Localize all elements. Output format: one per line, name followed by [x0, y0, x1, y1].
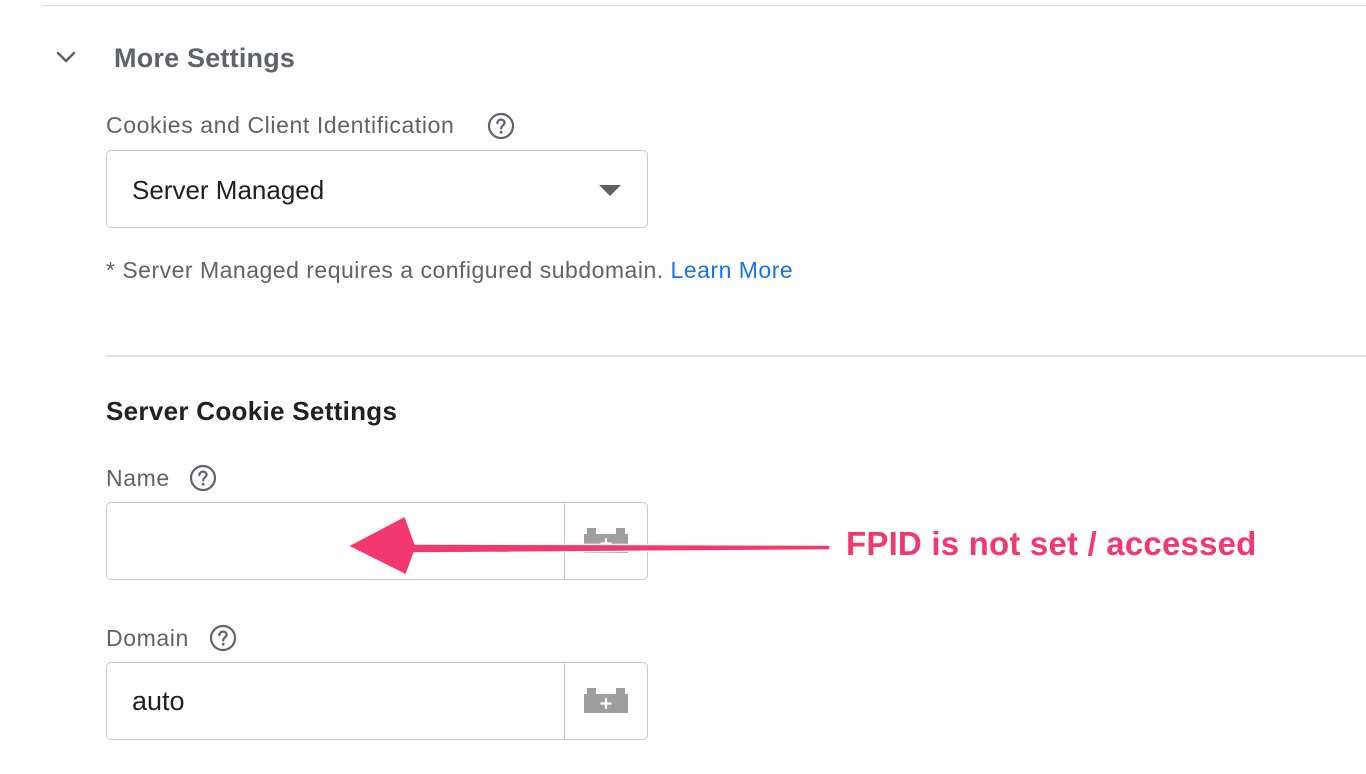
cookies-select-value: Server Managed [132, 175, 325, 205]
chevron-down-icon[interactable] [54, 46, 78, 70]
domain-input[interactable] [107, 663, 564, 739]
cookies-label: Cookies and Client Identification [106, 112, 455, 138]
more-settings-title: More Settings [114, 43, 296, 73]
domain-field [106, 662, 648, 740]
server-managed-note: * Server Managed requires a configured s… [106, 257, 793, 284]
learn-more-link[interactable]: Learn More [671, 257, 794, 283]
cookies-select[interactable]: Server Managed [106, 150, 648, 228]
domain-label: Domain [106, 625, 189, 651]
domain-help-icon[interactable] [209, 624, 237, 652]
annotation-text: FPID is not set / accessed [846, 525, 1257, 562]
name-help-icon[interactable] [189, 464, 217, 492]
annotation-arrow-icon [347, 515, 831, 576]
dropdown-arrow-icon [599, 185, 621, 196]
top-divider [42, 5, 1366, 6]
domain-add-variable-button[interactable] [564, 663, 647, 739]
cookies-help-icon[interactable] [487, 112, 515, 140]
server-cookie-settings-title: Server Cookie Settings [106, 396, 398, 426]
add-variable-icon [584, 688, 628, 713]
server-managed-note-text: * Server Managed requires a configured s… [106, 257, 664, 283]
name-label: Name [106, 465, 170, 491]
section-divider [106, 355, 1366, 357]
